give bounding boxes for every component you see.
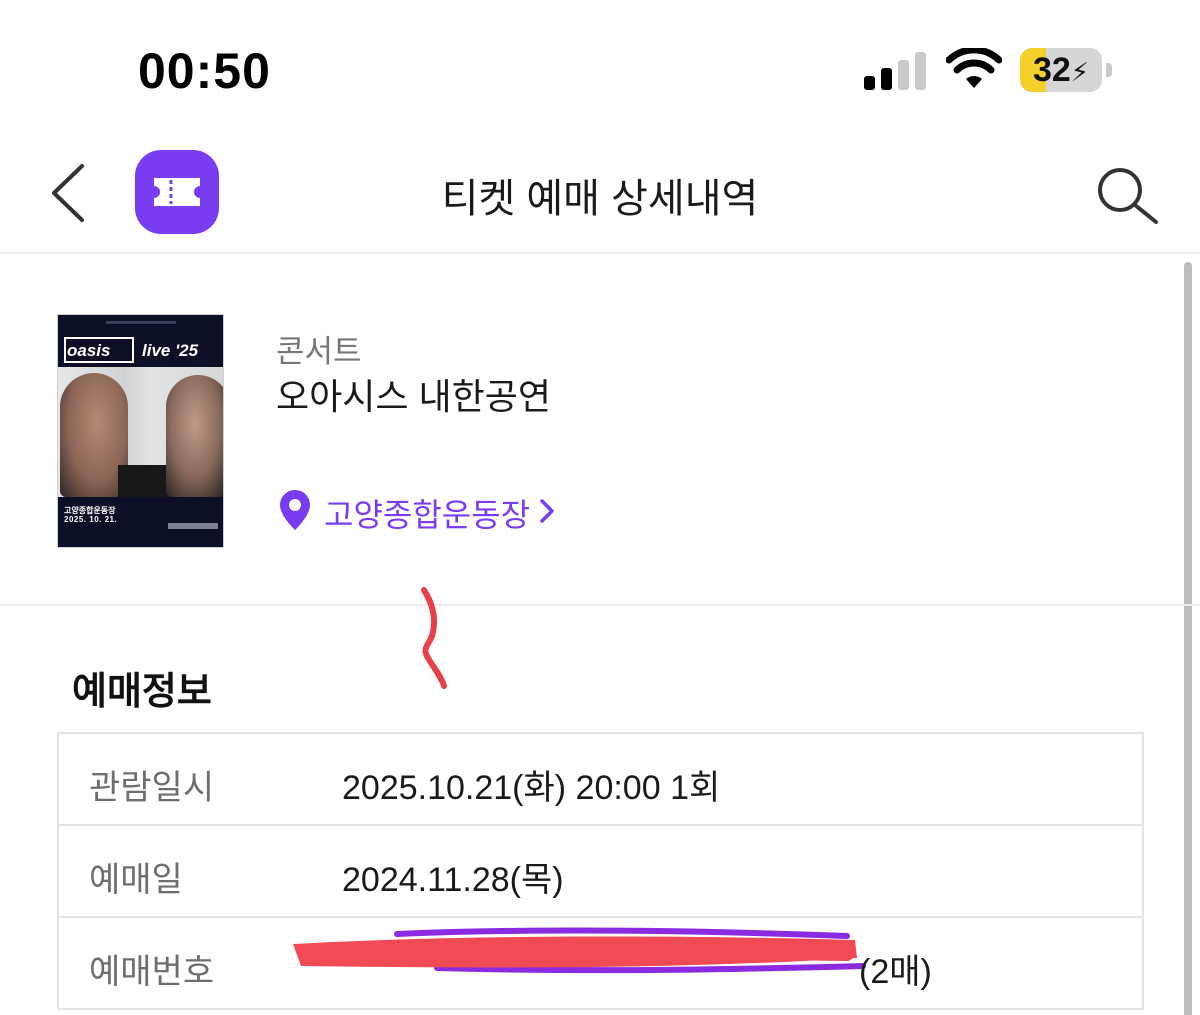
event-title: 오아시스 내한공연 (276, 376, 551, 417)
search-icon[interactable] (1092, 164, 1162, 226)
info-row-viewing-datetime: 관람일시 2025.10.21(화) 20:00 1회 (57, 734, 1144, 826)
signal-icon (864, 52, 926, 90)
poster-photo (58, 367, 223, 497)
redaction-scribble (293, 927, 866, 974)
info-value: 2025.10.21(화) 20:00 1회 (342, 769, 721, 807)
info-value: (2매) (859, 953, 932, 991)
wifi-icon (946, 48, 1002, 88)
charging-bolt-icon: ⚡ (1070, 57, 1090, 87)
poster-brand: oasis (67, 341, 111, 360)
ticket-icon (154, 178, 200, 206)
status-time: 00:50 (138, 43, 271, 99)
info-label: 관람일시 (89, 769, 215, 807)
info-label: 예매일 (89, 861, 183, 899)
venue-name: 고양종합운동장 (324, 497, 531, 533)
info-row-booking-date: 예매일 2024.11.28(목) (57, 826, 1144, 918)
scrollbar[interactable] (1184, 262, 1192, 1015)
red-pen-scribble (421, 587, 447, 689)
page-title: 티켓 예매 상세내역 (441, 177, 759, 221)
status-bar: 00:50 32⚡ (0, 0, 1200, 130)
poster-date: 2025. 10. 21. (64, 515, 118, 524)
info-value: 2024.11.28(목) (342, 861, 564, 899)
app-logo[interactable] (135, 150, 219, 234)
location-pin-icon (280, 490, 310, 530)
poster-sponsor-logos (168, 523, 218, 529)
back-arrow-icon[interactable] (44, 160, 94, 226)
battery-percent: 32 (1032, 51, 1071, 89)
section-title: 예매정보 (72, 671, 212, 713)
chevron-right-icon (540, 499, 554, 523)
app-header: 티켓 예매 상세내역 (0, 130, 1200, 254)
poster-subtitle: live '25 (142, 341, 199, 360)
event-poster[interactable]: oasis live '25 고양종합운동장 2025. 10. 21. (57, 314, 224, 548)
info-row-booking-number: 예매번호 (2매) (57, 918, 1144, 1010)
battery-charging-icon: 32⚡ (1020, 48, 1112, 92)
section-divider (0, 604, 1200, 606)
event-category: 콘서트 (276, 334, 362, 369)
booking-info-table: 관람일시 2025.10.21(화) 20:00 1회 예매일 2024.11.… (57, 732, 1144, 1010)
info-label: 예매번호 (89, 953, 215, 991)
